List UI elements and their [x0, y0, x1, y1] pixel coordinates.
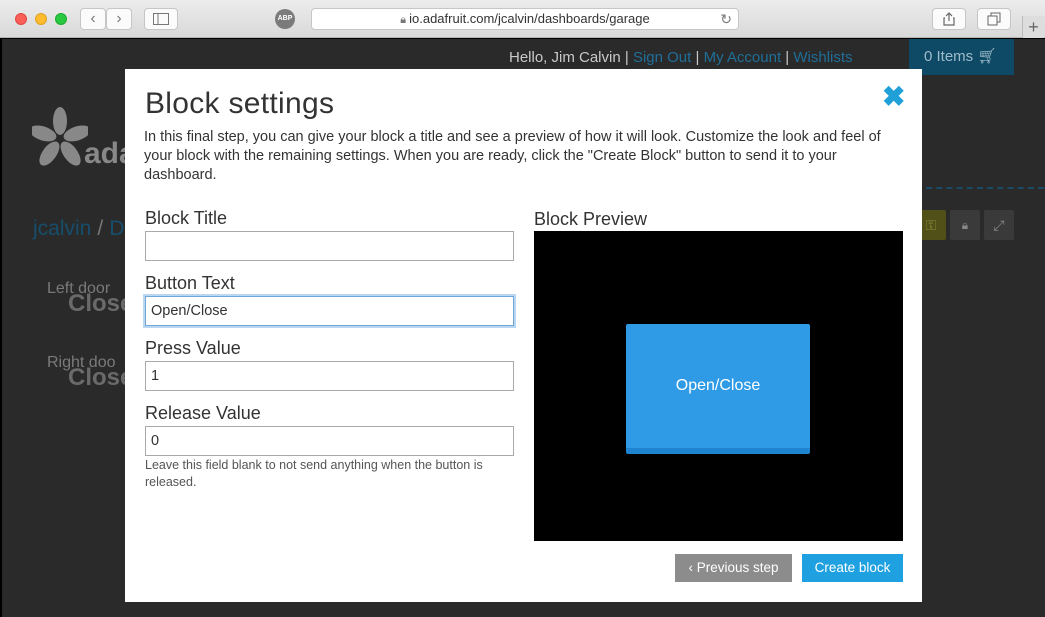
chevron-left-icon: ‹: [688, 560, 693, 575]
reload-icon[interactable]: ↻: [720, 9, 732, 29]
sidebar-toggle-button[interactable]: [144, 8, 178, 30]
minimize-window-button[interactable]: [35, 13, 47, 25]
lock-icon: 🔒︎: [400, 14, 407, 26]
account-links: Hello, Jim Calvin | Sign Out | My Accoun…: [509, 49, 853, 66]
block-title-input[interactable]: [145, 231, 514, 261]
release-value-input[interactable]: [145, 426, 514, 456]
block-preview-label: Block Preview: [534, 209, 648, 229]
release-value-label: Release Value: [145, 403, 261, 423]
previous-step-label: Previous step: [696, 560, 779, 575]
chevron-right-icon: ›: [116, 10, 122, 27]
greeting-text: Hello, Jim Calvin: [509, 49, 621, 66]
expand-icon: ⤢: [993, 217, 1005, 233]
key-icon: ⚿: [925, 217, 937, 233]
cart-icon: 🛒︎: [977, 48, 997, 65]
cart-count: 0 Items: [924, 48, 974, 65]
url-text: io.adafruit.com/jcalvin/dashboards/garag…: [409, 11, 650, 26]
tabs-icon: [987, 12, 1001, 26]
fullscreen-button[interactable]: ⤢: [984, 210, 1014, 240]
divider: [926, 187, 1044, 189]
zoom-window-button[interactable]: [55, 13, 67, 25]
close-window-button[interactable]: [15, 13, 27, 25]
cart-button[interactable]: 0 Items 🛒︎: [909, 39, 1014, 75]
block-value: Close: [68, 364, 134, 391]
back-button[interactable]: ‹: [80, 8, 106, 30]
breadcrumb: jcalvin / D: [33, 217, 125, 240]
press-value-input[interactable]: [145, 361, 514, 391]
previous-step-button[interactable]: ‹ Previous step: [675, 554, 792, 582]
modal-intro: In this final step, you can give your bl…: [144, 129, 881, 183]
breadcrumb-dashboard[interactable]: D: [109, 217, 124, 240]
browser-toolbar: ‹ › ABP 🔒︎ io.adafruit.com/jcalvin/dashbo…: [0, 0, 1045, 38]
button-text-label: Button Text: [145, 273, 235, 293]
adblock-extension-icon[interactable]: ABP: [275, 9, 295, 29]
modal-title: Block settings: [145, 87, 335, 120]
sidebar-icon: [153, 13, 169, 25]
block-value: Close: [68, 290, 134, 317]
forward-button[interactable]: ›: [106, 8, 132, 30]
block-title-label: Block Title: [145, 208, 228, 228]
share-icon: [943, 12, 955, 26]
sign-out-link[interactable]: Sign Out: [633, 49, 691, 66]
plus-icon: +: [1028, 17, 1039, 37]
lock-button[interactable]: 🔒︎: [950, 210, 980, 240]
close-modal-icon[interactable]: ✖: [882, 83, 905, 111]
flower-logo-icon: [29, 107, 91, 166]
tab-overview-button[interactable]: [977, 8, 1011, 30]
adafruit-logo[interactable]: ada: [29, 107, 136, 177]
press-value-label: Press Value: [145, 338, 241, 358]
block-preview: Open/Close: [534, 231, 903, 541]
release-value-hint: Leave this field blank to not send anyth…: [145, 458, 483, 489]
address-bar[interactable]: 🔒︎ io.adafruit.com/jcalvin/dashboards/gar…: [311, 8, 739, 30]
button-text-input[interactable]: [145, 296, 514, 326]
preview-button: Open/Close: [626, 324, 810, 454]
my-account-link[interactable]: My Account: [704, 49, 782, 66]
create-block-button[interactable]: Create block: [802, 554, 903, 582]
breadcrumb-user-link[interactable]: jcalvin: [33, 217, 91, 240]
wishlists-link[interactable]: Wishlists: [793, 49, 852, 66]
chevron-left-icon: ‹: [90, 10, 96, 27]
block-settings-modal: Block settings ✖ In this final step, you…: [125, 69, 922, 602]
share-button[interactable]: [932, 8, 966, 30]
new-tab-button[interactable]: +: [1022, 16, 1044, 38]
lock-icon: 🔒︎: [961, 218, 969, 232]
